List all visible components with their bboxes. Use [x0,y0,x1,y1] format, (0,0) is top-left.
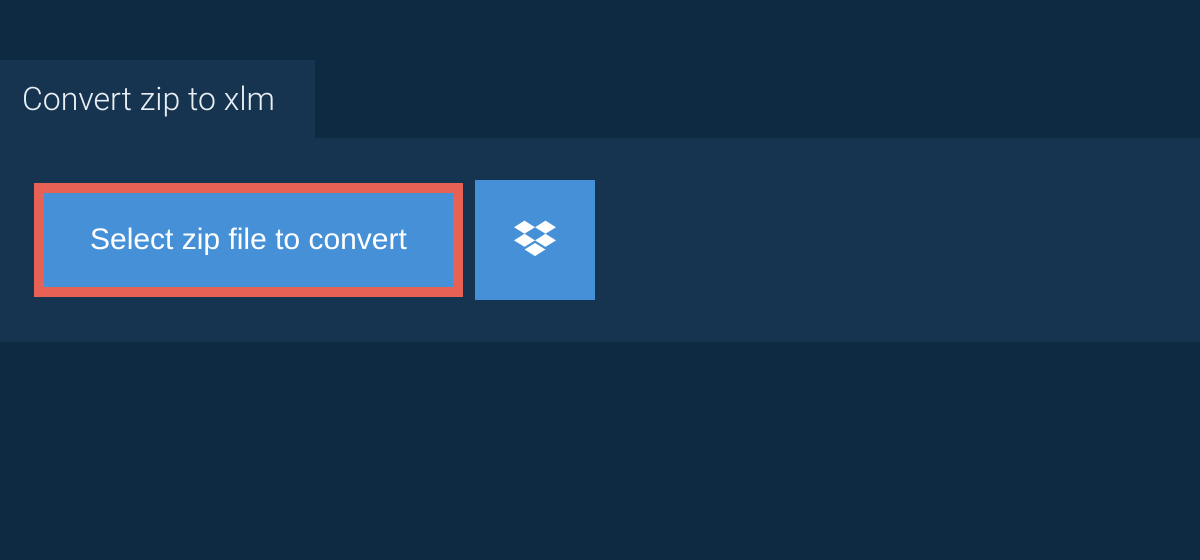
select-file-highlight: Select zip file to convert [34,183,463,297]
dropbox-button[interactable] [475,180,595,300]
select-file-button[interactable]: Select zip file to convert [44,193,453,287]
dropbox-icon [514,218,556,263]
tab-title: Convert zip to xlm [22,80,275,118]
select-file-label: Select zip file to convert [90,223,407,256]
tab-container: Convert zip to xlm Select zip file to co… [0,60,1200,342]
tab-convert[interactable]: Convert zip to xlm [0,60,315,138]
upload-panel: Select zip file to convert [0,138,1200,342]
